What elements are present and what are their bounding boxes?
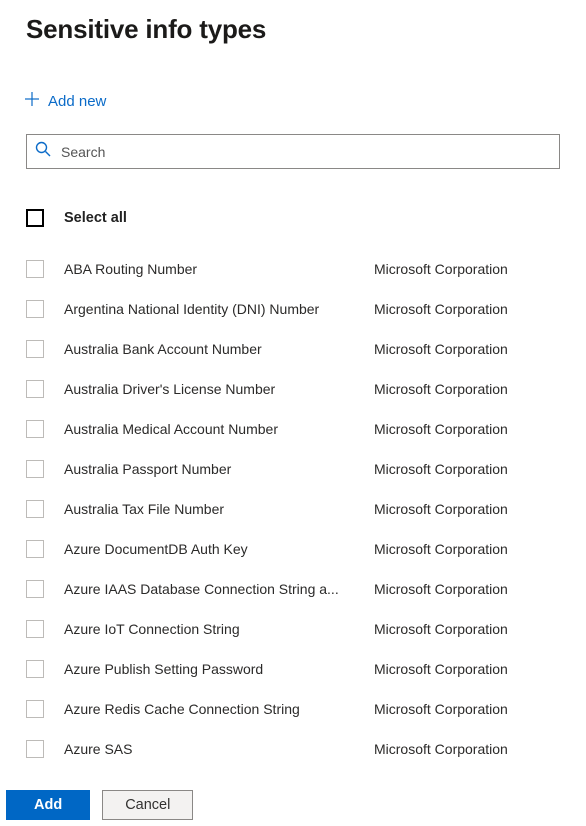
item-publisher: Microsoft Corporation <box>374 341 560 357</box>
list-item: ABA Routing NumberMicrosoft Corporation <box>26 249 560 289</box>
search-input[interactable] <box>59 143 551 161</box>
search-box[interactable] <box>26 134 560 169</box>
list-item: Australia Medical Account NumberMicrosof… <box>26 409 560 449</box>
item-name[interactable]: Azure IAAS Database Connection String a.… <box>64 581 374 597</box>
item-checkbox[interactable] <box>26 660 44 678</box>
item-checkbox[interactable] <box>26 580 44 598</box>
item-name[interactable]: Australia Tax File Number <box>64 501 374 517</box>
item-checkbox[interactable] <box>26 420 44 438</box>
list-item: Azure SASMicrosoft Corporation <box>26 729 560 769</box>
item-publisher: Microsoft Corporation <box>374 421 560 437</box>
list-item: Azure Redis Cache Connection StringMicro… <box>26 689 560 729</box>
item-name[interactable]: Azure DocumentDB Auth Key <box>64 541 374 557</box>
item-name[interactable]: Australia Passport Number <box>64 461 374 477</box>
add-new-button[interactable]: Add new <box>24 91 106 111</box>
list-item: Australia Tax File NumberMicrosoft Corpo… <box>26 489 560 529</box>
item-publisher: Microsoft Corporation <box>374 301 560 317</box>
item-checkbox[interactable] <box>26 460 44 478</box>
item-name[interactable]: Argentina National Identity (DNI) Number <box>64 301 374 317</box>
list-item: Azure IoT Connection StringMicrosoft Cor… <box>26 609 560 649</box>
item-publisher: Microsoft Corporation <box>374 461 560 477</box>
list-item: Australia Driver's License NumberMicroso… <box>26 369 560 409</box>
item-name[interactable]: Australia Bank Account Number <box>64 341 374 357</box>
item-publisher: Microsoft Corporation <box>374 621 560 637</box>
list-item: Australia Passport NumberMicrosoft Corpo… <box>26 449 560 489</box>
item-publisher: Microsoft Corporation <box>374 581 560 597</box>
item-checkbox[interactable] <box>26 540 44 558</box>
item-checkbox[interactable] <box>26 620 44 638</box>
select-all-checkbox[interactable] <box>26 209 44 227</box>
item-checkbox[interactable] <box>26 740 44 758</box>
item-publisher: Microsoft Corporation <box>374 661 560 677</box>
item-publisher: Microsoft Corporation <box>374 701 560 717</box>
item-checkbox[interactable] <box>26 500 44 518</box>
list-item: Azure IAAS Database Connection String a.… <box>26 569 560 609</box>
item-name[interactable]: Azure Redis Cache Connection String <box>64 701 374 717</box>
cancel-button[interactable]: Cancel <box>102 790 193 820</box>
item-publisher: Microsoft Corporation <box>374 381 560 397</box>
plus-icon <box>24 91 40 111</box>
list-item: Azure Publish Setting PasswordMicrosoft … <box>26 649 560 689</box>
list-item: Azure DocumentDB Auth KeyMicrosoft Corpo… <box>26 529 560 569</box>
search-icon <box>35 141 51 162</box>
info-type-list: ABA Routing NumberMicrosoft CorporationA… <box>26 249 560 769</box>
item-checkbox[interactable] <box>26 260 44 278</box>
item-publisher: Microsoft Corporation <box>374 501 560 517</box>
item-name[interactable]: Azure Publish Setting Password <box>64 661 374 677</box>
select-all-label: Select all <box>64 210 127 226</box>
page-title: Sensitive info types <box>26 14 560 45</box>
item-name[interactable]: Australia Driver's License Number <box>64 381 374 397</box>
item-publisher: Microsoft Corporation <box>374 261 560 277</box>
item-checkbox[interactable] <box>26 380 44 398</box>
item-name[interactable]: Australia Medical Account Number <box>64 421 374 437</box>
list-item: Australia Bank Account NumberMicrosoft C… <box>26 329 560 369</box>
list-item: Argentina National Identity (DNI) Number… <box>26 289 560 329</box>
item-name[interactable]: Azure SAS <box>64 741 374 757</box>
add-button[interactable]: Add <box>6 790 90 820</box>
item-checkbox[interactable] <box>26 700 44 718</box>
item-name[interactable]: ABA Routing Number <box>64 261 374 277</box>
item-checkbox[interactable] <box>26 300 44 318</box>
item-publisher: Microsoft Corporation <box>374 541 560 557</box>
item-name[interactable]: Azure IoT Connection String <box>64 621 374 637</box>
item-checkbox[interactable] <box>26 340 44 358</box>
add-new-label: Add new <box>48 93 106 110</box>
item-publisher: Microsoft Corporation <box>374 741 560 757</box>
